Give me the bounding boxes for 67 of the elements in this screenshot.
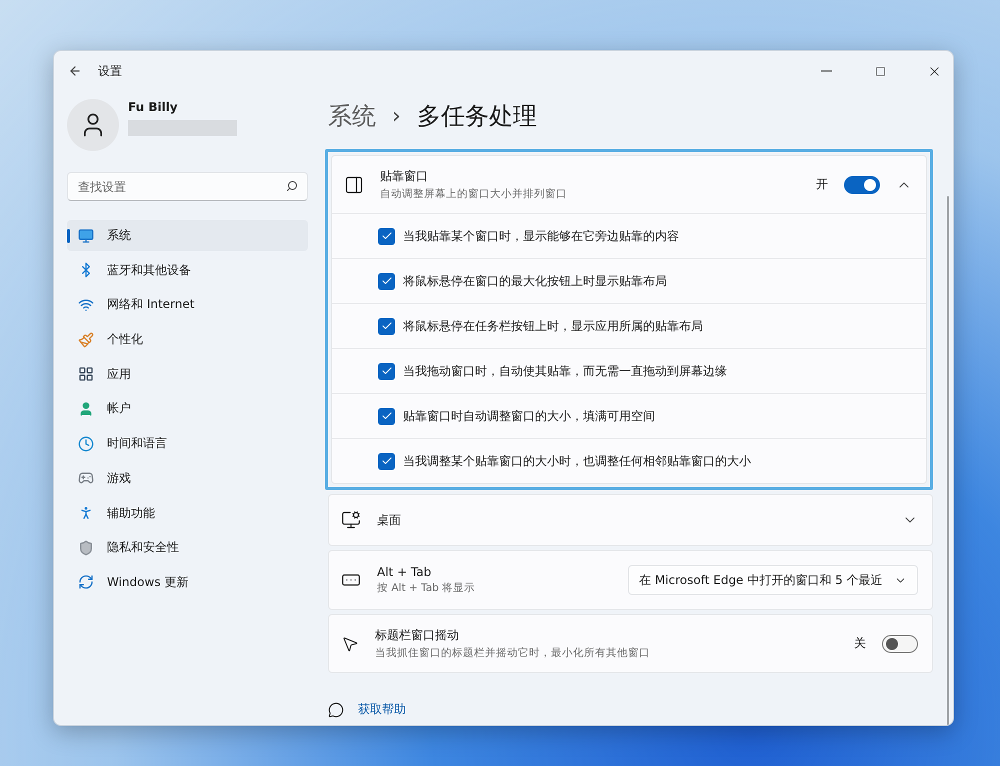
nav-item[interactable]: 应用	[67, 358, 308, 390]
checkbox-label: 将鼠标悬停在任务栏按钮上时，显示应用所属的贴靠布局	[403, 318, 703, 334]
selection-indicator	[67, 229, 70, 243]
nav-item[interactable]: 蓝牙和其他设备	[67, 254, 308, 286]
refresh-icon	[78, 574, 94, 590]
checkmark-icon	[380, 455, 392, 467]
nav-item[interactable]: 个性化	[67, 324, 308, 356]
user-name: Fu Billy	[128, 100, 179, 114]
snap-window-icon	[344, 174, 364, 194]
dropdown[interactable]: 在 Microsoft Edge 中打开的窗口和 5 个最近	[628, 565, 918, 595]
breadcrumb-link[interactable]: 系统	[328, 100, 376, 132]
shield-icon	[78, 540, 94, 556]
checkbox[interactable]	[378, 452, 395, 470]
search-icon	[286, 180, 298, 192]
setting-title: 贴靠窗口	[380, 168, 429, 185]
checkbox[interactable]	[378, 228, 395, 244]
page-title: 多任务处理	[416, 101, 537, 132]
checkbox-label: 将鼠标悬停在窗口的最大化按钮上时显示贴靠布局	[403, 272, 667, 290]
checkmark-icon	[380, 320, 392, 332]
minimize-icon	[820, 70, 832, 72]
window-title: 设置	[98, 62, 123, 80]
nav-item[interactable]: 辅助功能	[67, 498, 308, 528]
toggle-state-label: 关	[854, 635, 866, 652]
setting-description: 按 Alt + Tab 将显示	[377, 581, 476, 595]
nav-item[interactable]: 网络和 Internet	[67, 289, 308, 320]
paintbrush-icon	[78, 332, 94, 348]
checkbox-label: 当我调整某个贴靠窗口的大小时，也调整任何相邻贴靠窗口的大小	[403, 452, 751, 470]
back-button[interactable]	[68, 64, 82, 78]
setting-title: Alt + Tab	[377, 565, 432, 579]
checkbox-label: 当我拖动窗口时，自动使其贴靠，而无需一直拖动到屏幕边缘	[403, 362, 727, 380]
scrollbar[interactable]	[947, 196, 949, 725]
checkbox-label: 当我贴靠某个窗口时，显示能够在它旁边贴靠的内容	[403, 228, 679, 244]
person-icon	[78, 400, 94, 417]
checkmark-icon	[380, 410, 392, 422]
checkmark-icon	[380, 275, 392, 287]
cursor-icon	[341, 634, 359, 652]
help-icon	[328, 702, 344, 718]
toggle-switch[interactable]	[882, 634, 918, 652]
nav-item[interactable]: 系统	[67, 220, 308, 251]
help-link[interactable]: 获取帮助	[358, 701, 406, 718]
nav-item[interactable]: 时间和语言	[67, 428, 308, 460]
toggle-state-label: 开	[816, 176, 828, 193]
monitor-icon	[78, 228, 94, 244]
setting-description: 当我抓住窗口的标题栏并摇动它时，最小化所有其他窗口	[375, 646, 651, 660]
nav-item[interactable]: 游戏	[67, 462, 308, 494]
checkbox[interactable]	[378, 408, 395, 424]
nav-item[interactable]: 帐户	[67, 393, 308, 424]
nav-item[interactable]: Windows 更新	[67, 566, 308, 598]
checkbox[interactable]	[378, 362, 395, 380]
checkbox-label: 贴靠窗口时自动调整窗口的大小，填满可用空间	[403, 408, 655, 424]
checkbox[interactable]	[378, 272, 395, 290]
search-field[interactable]: 查找设置	[67, 172, 308, 201]
nav-item[interactable]: 隐私和安全性	[67, 532, 308, 564]
checkmark-icon	[380, 230, 392, 242]
apps-grid-icon	[78, 366, 94, 382]
toggle-switch[interactable]	[844, 176, 880, 194]
setting-description: 自动调整屏幕上的窗口大小并排列窗口	[380, 187, 568, 201]
setting-title: 桌面	[377, 512, 402, 528]
checkbox[interactable]	[378, 318, 395, 334]
gamepad-icon	[78, 470, 94, 486]
maximize-icon	[874, 66, 886, 76]
monitor-icon	[341, 510, 361, 530]
setting-title: 标题栏窗口摇动	[375, 627, 460, 644]
checkmark-icon	[380, 365, 392, 377]
wifi-icon	[78, 296, 94, 313]
breadcrumb-separator: ›	[392, 104, 401, 128]
clock-icon	[78, 436, 94, 452]
